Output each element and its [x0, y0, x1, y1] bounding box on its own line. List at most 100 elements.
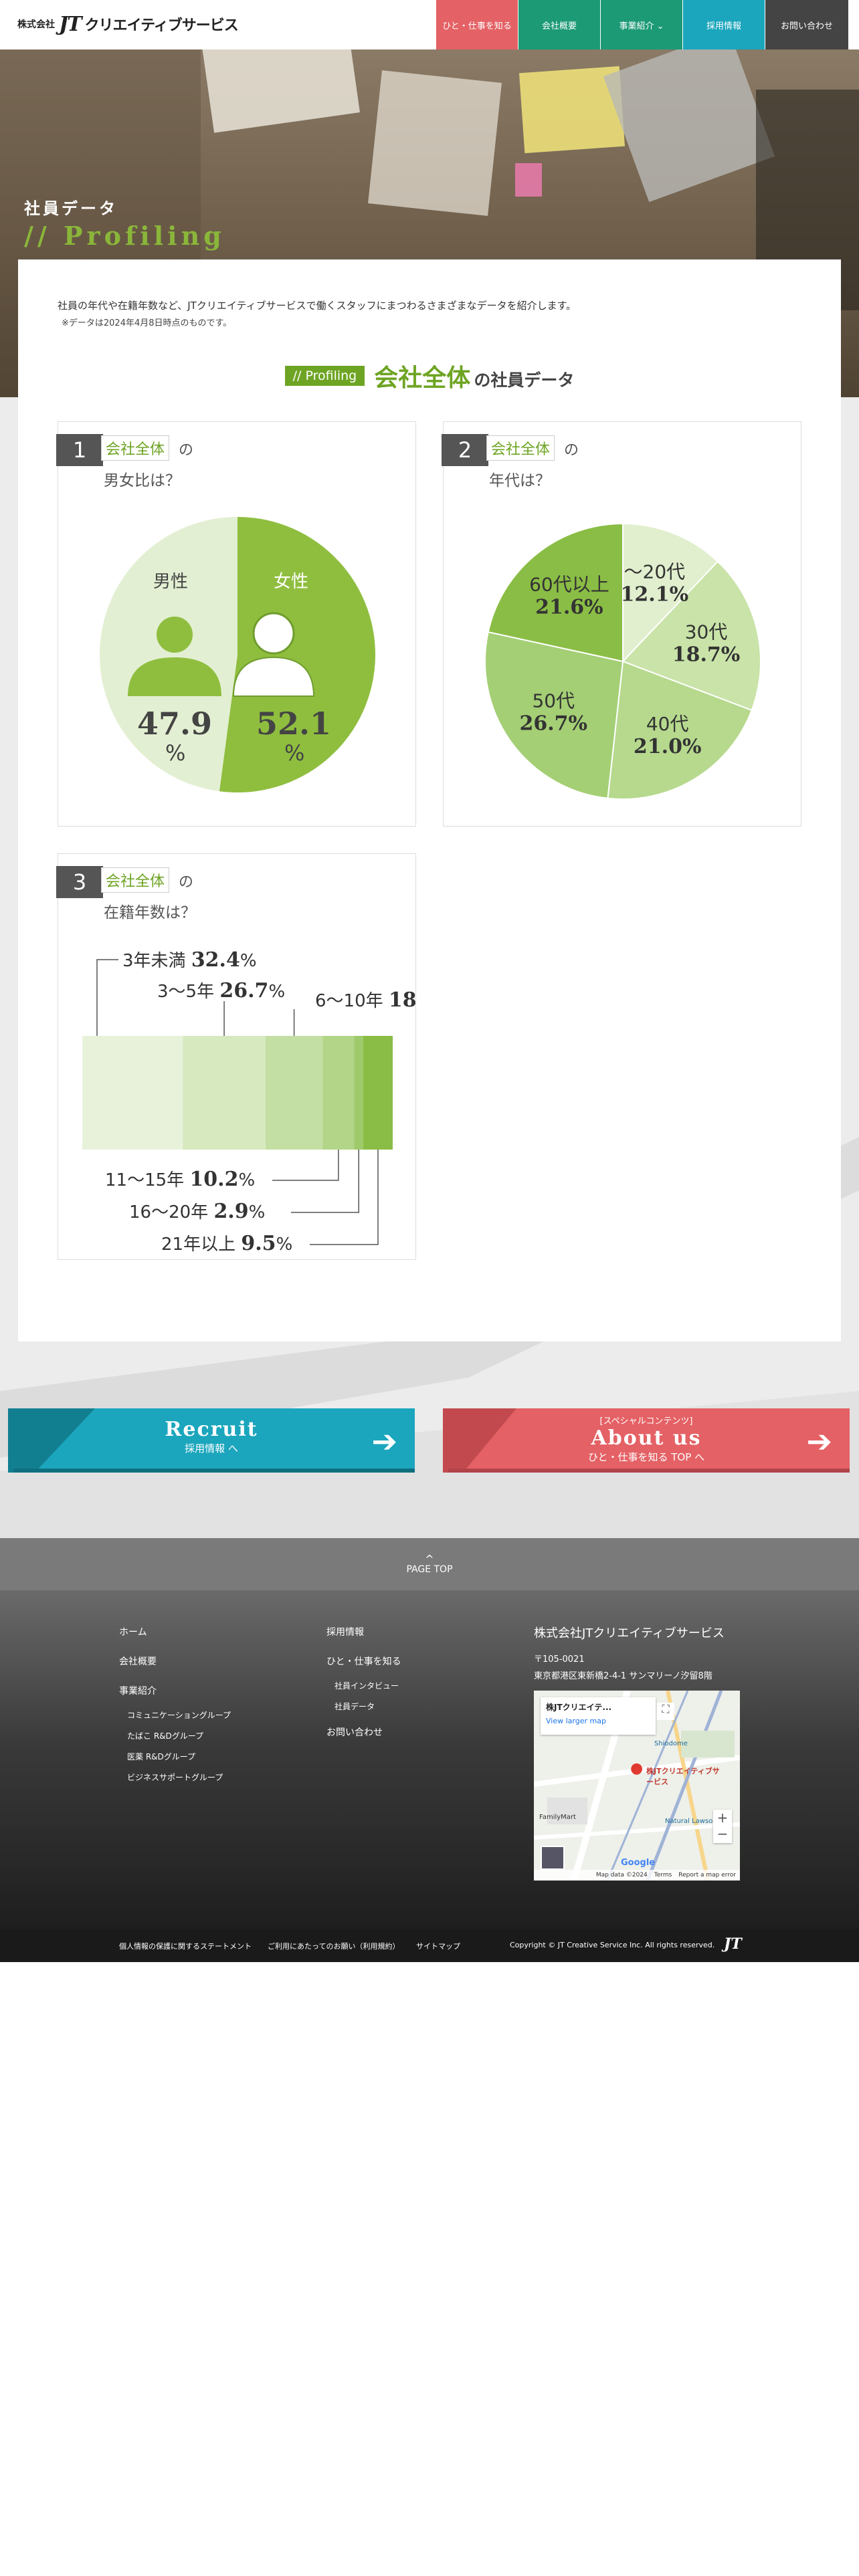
nav-company[interactable]: 会社概要 [518, 0, 600, 49]
hero-title: 社員データ [24, 199, 118, 218]
privacy-link[interactable]: 個人情報の保護に関するステートメント [119, 1941, 252, 1951]
bar-leader-line [310, 1150, 379, 1245]
footer-link-recruit[interactable]: 採用情報 [326, 1625, 401, 1638]
bar-leader-line [96, 959, 118, 1036]
bar-unit: % [249, 1202, 266, 1222]
footer-sublink[interactable]: 社員インタビュー [335, 1680, 401, 1691]
bar-leader-line [272, 1150, 339, 1181]
global-nav: ひと・仕事を知る 会社概要 事業紹介 ⌄ 採用情報 お問い合わせ [436, 0, 848, 49]
map-report-link[interactable]: Report a map error [678, 1872, 736, 1879]
bar-segment [265, 1036, 323, 1150]
pie-value-label: 18.7% [672, 643, 741, 667]
map-label: Shiodome [654, 1740, 688, 1747]
recruit-cta-content: Recruit 採用情報 へ [8, 1408, 415, 1473]
pie-unit: % [165, 740, 186, 766]
nav-business[interactable]: 事業紹介 ⌄ [601, 0, 682, 49]
footer-link-people[interactable]: ひと・仕事を知る [326, 1654, 401, 1668]
bar-value-label: 18.4 [389, 988, 417, 1012]
bar-segment [322, 1036, 355, 1150]
map-satellite-toggle[interactable] [541, 1846, 565, 1870]
bar-unit: % [268, 982, 285, 1002]
bar-segment [363, 1036, 393, 1150]
age-pie-chart: 〜20代12.1% 30代18.7% 40代21.0% 50代26.7% 60代以上21… [484, 522, 761, 800]
footer-company-info: 株式会社JTクリエイティブサービス 〒105-0021 東京都港区東新橋2-4-… [534, 1624, 725, 1681]
footer-sublink[interactable]: ビジネスサポートグループ [127, 1772, 231, 1783]
section-title-suffix: の社員データ [474, 370, 575, 390]
terms-link[interactable]: ご利用にあたってのお願い（利用規約） [268, 1941, 399, 1951]
bar-value-label: 32.4 [191, 948, 240, 972]
bar-leader-line [291, 1150, 359, 1213]
bar-segment [354, 1036, 363, 1150]
footer-address: 東京都港区東新橋2-4-1 サンマリーノ汐留8階 [534, 1671, 712, 1681]
sitemap-link[interactable]: サイトマップ [416, 1941, 460, 1951]
hero-paper [368, 70, 502, 216]
section-title-main: 会社全体 [374, 364, 471, 392]
map-zoom-controls[interactable]: + − [713, 1810, 732, 1843]
footer-link-home[interactable]: ホーム [119, 1625, 231, 1638]
arrow-right-icon: ➔ [806, 1423, 832, 1459]
hero-paper [202, 49, 360, 133]
bar-category-label: 6〜10年 18.4% [315, 988, 417, 1012]
nav-recruit[interactable]: 採用情報 [683, 0, 765, 49]
about-cta-title: About us [591, 1426, 702, 1450]
pie-value-label: 12.1% [621, 582, 689, 606]
map-pin-label: 株JTクリエイティブサービス [646, 1767, 720, 1786]
map-larger-link[interactable]: View larger map [546, 1717, 650, 1725]
fullscreen-icon[interactable]: ⛶ [657, 1703, 674, 1720]
nav-contact[interactable]: お問い合わせ [765, 0, 848, 49]
nav-people[interactable]: ひと・仕事を知る [436, 0, 518, 49]
intro-note: ※データは2024年4月8日時点のものです。 [62, 318, 232, 328]
bar-category-label: 16〜20年 2.9% [129, 1200, 265, 1223]
site-logo[interactable]: 株式会社 JT クリエイティブサービス [17, 12, 239, 36]
google-map-embed[interactable]: 株JTクリエイテ... View larger map ⛶ Shiodome F… [534, 1691, 740, 1881]
map-place-title: 株JTクリエイテ... [546, 1703, 612, 1712]
arrow-right-icon: ➔ [371, 1423, 397, 1459]
hero-laptop [603, 49, 775, 203]
footer-sublink[interactable]: たばこ R&Dグループ [127, 1730, 231, 1741]
zoom-out-icon[interactable]: − [713, 1826, 732, 1842]
bar-category-label: 11〜15年 10.2% [105, 1168, 255, 1191]
logo-prefix: 株式会社 [17, 19, 55, 30]
about-cta-button[interactable]: [スペシャルコンテンツ] About us ひと・仕事を知る TOP へ ➔ [443, 1408, 850, 1473]
bar-unit: % [240, 951, 257, 971]
recruit-cta-subtitle: 採用情報 へ [185, 1442, 238, 1455]
map-terms-link[interactable]: Terms [654, 1872, 672, 1879]
footer-sublink[interactable]: コミュニケーショングループ [127, 1709, 231, 1721]
pie-category-label: 30代 [685, 621, 728, 643]
bar-value-label: 10.2 [189, 1168, 238, 1191]
footer-sublink[interactable]: 社員データ [335, 1701, 401, 1712]
logo-mark: JT [59, 12, 82, 36]
chevron-up-icon: ^ [425, 1553, 434, 1566]
footer-zip: 〒105-0021 [534, 1654, 585, 1665]
pie-value-label: 26.7% [519, 712, 587, 736]
map-credits: Map data ©2024 Terms Report a map error [534, 1870, 740, 1881]
about-cta-subtitle: ひと・仕事を知る TOP へ [587, 1451, 705, 1463]
page-top-button[interactable]: ^ PAGE TOP [0, 1538, 859, 1590]
pie-value-label: 21.0% [634, 735, 702, 758]
map-pin-icon: ● [630, 1760, 644, 1777]
pie-value-label: 21.6% [535, 596, 603, 619]
recruit-cta-button[interactable]: Recruit 採用情報 へ ➔ [8, 1408, 415, 1473]
footer-sublink[interactable]: 医薬 R&Dグループ [127, 1751, 231, 1762]
pie-category-label: 60代以上 [529, 574, 609, 596]
bar-unit: % [276, 1235, 293, 1255]
google-logo: Google [621, 1858, 656, 1868]
footer-link-business[interactable]: 事業紹介 [119, 1684, 231, 1697]
pie-category-label: 〜20代 [624, 560, 686, 582]
pie-value-male: 47.9 [137, 706, 213, 742]
pie-category-label: 40代 [646, 713, 689, 735]
bar-value-label: 26.7 [219, 979, 268, 1002]
tenure-stacked-bar-chart: 3年未満 32.4% 3〜5年 26.7% 6〜10年 18.4% 11〜15年 10… [82, 948, 417, 1255]
bar-category-label: 3年未満 32.4% [122, 948, 257, 972]
footer-link-company[interactable]: 会社概要 [119, 1654, 231, 1668]
zoom-in-icon[interactable]: + [713, 1810, 732, 1826]
hero-sticky-note [515, 163, 542, 197]
footer-col-1: ホーム 会社概要 事業紹介 コミュニケーショングループ たばこ R&Dグループ … [119, 1625, 231, 1792]
hero-subtitle: // Profiling [24, 221, 225, 251]
bar-value-label: 9.5 [241, 1232, 276, 1255]
site-header: 株式会社 JT クリエイティブサービス ひと・仕事を知る 会社概要 事業紹介 ⌄… [0, 0, 859, 49]
bar-value-label: 2.9 [213, 1200, 248, 1223]
footer-link-contact[interactable]: お問い合わせ [326, 1725, 401, 1739]
footer-company-name: 株式会社JTクリエイティブサービス [534, 1626, 725, 1640]
map-info-card: 株JTクリエイテ... View larger map [541, 1697, 656, 1735]
